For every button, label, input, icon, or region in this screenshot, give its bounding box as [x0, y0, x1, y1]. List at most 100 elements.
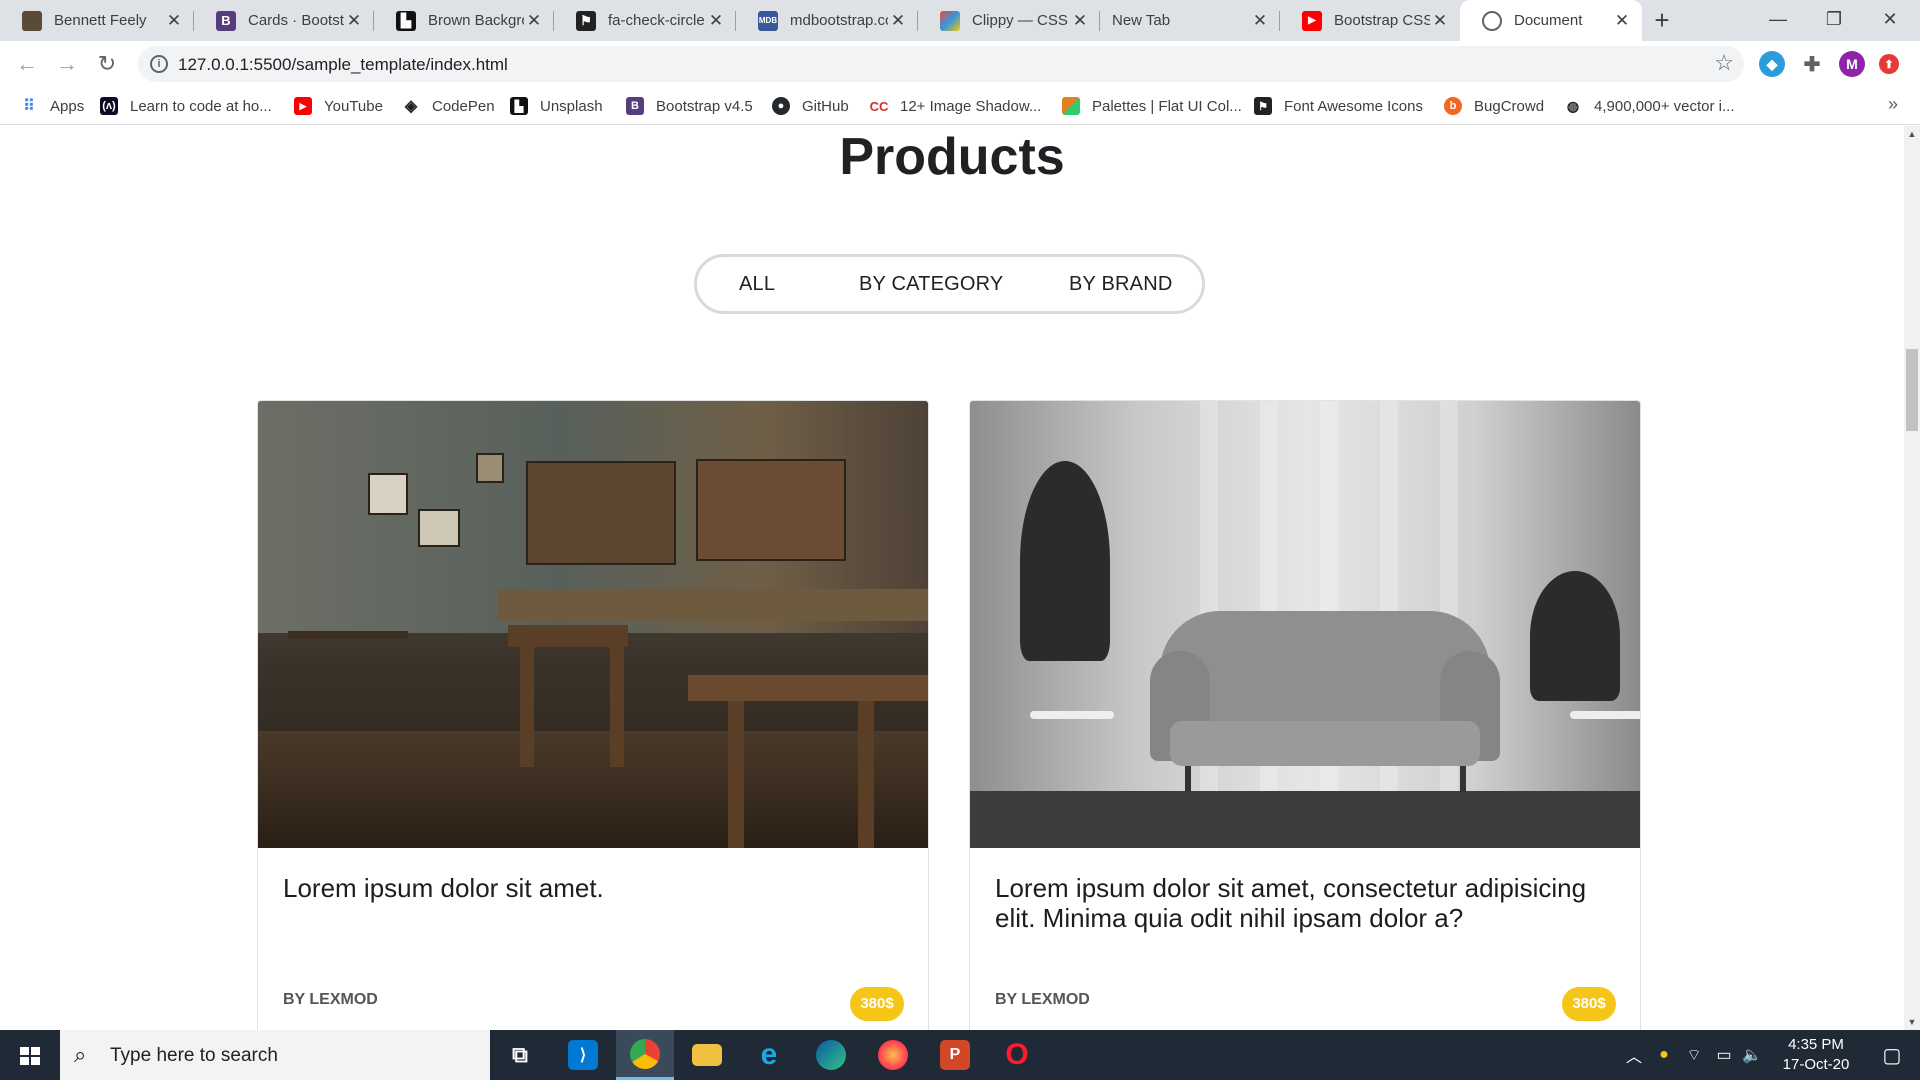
close-icon[interactable]: ✕ — [1612, 11, 1632, 31]
close-window-button[interactable]: ✕ — [1862, 0, 1918, 41]
tab-clippy[interactable]: Clippy — CSS c ✕ — [918, 0, 1100, 41]
filter-all[interactable]: ALL — [739, 273, 775, 296]
tab-title: Bootstrap CSS — [1334, 12, 1430, 29]
taskbar-powerpoint[interactable]: P — [926, 1030, 984, 1080]
close-icon[interactable]: ✕ — [524, 11, 544, 31]
back-arrow-icon[interactable]: ← — [12, 49, 42, 79]
product-title[interactable]: Lorem ipsum dolor sit amet. — [283, 873, 903, 903]
scroll-down-arrow-icon[interactable]: ▼ — [1904, 1014, 1920, 1030]
taskbar-file-explorer[interactable] — [678, 1030, 736, 1080]
taskbar-edge[interactable] — [802, 1030, 860, 1080]
extensions-puzzle-icon[interactable]: ✚ — [1799, 51, 1825, 77]
bookmark-star-icon[interactable]: ☆ — [1714, 50, 1734, 76]
tray-overflow-icon[interactable]: ︿ — [1620, 1030, 1648, 1080]
close-icon[interactable]: ✕ — [706, 11, 726, 31]
scroll-up-arrow-icon[interactable]: ▲ — [1904, 126, 1920, 142]
tab-strip: Bennett Feely ✕ B Cards · Bootstrap ✕ ▙ … — [0, 0, 1920, 41]
clippy-icon — [940, 10, 960, 31]
tab-bootstrap-css[interactable]: ▶ Bootstrap CSS ✕ — [1280, 0, 1460, 41]
bookmark-image-shadow[interactable]: CC 12+ Image Shadow... — [869, 88, 1042, 124]
freecodecamp-icon: (ʌ) — [100, 97, 118, 115]
bookmark-github[interactable]: ● GitHub — [772, 88, 849, 124]
volume-icon[interactable]: 🔈 — [1738, 1030, 1766, 1080]
tab-brown-background[interactable]: ▙ Brown Backgro ✕ — [374, 0, 554, 41]
close-icon[interactable]: ✕ — [888, 11, 908, 31]
wifi-icon[interactable]: ⌔ — [1680, 1030, 1708, 1080]
task-view-button[interactable]: ⧉ — [491, 1030, 549, 1080]
reload-icon[interactable]: ↻ — [92, 49, 122, 79]
tab-new-tab[interactable]: New Tab ✕ — [1100, 0, 1280, 41]
bookmark-bugcrowd[interactable]: b BugCrowd — [1444, 88, 1544, 124]
battery-icon[interactable]: ▭ — [1710, 1030, 1738, 1080]
search-placeholder[interactable]: Type here to search — [110, 1045, 278, 1067]
update-menu-icon[interactable]: ⬆ — [1879, 54, 1899, 74]
close-icon[interactable]: ✕ — [344, 11, 364, 31]
palette-icon — [1062, 97, 1080, 115]
close-icon[interactable]: ✕ — [1250, 11, 1270, 31]
notification-center-icon[interactable]: ▢ — [1864, 1030, 1920, 1080]
extension-shield-icon[interactable]: ◆ — [1759, 51, 1785, 77]
close-icon[interactable]: ✕ — [164, 11, 184, 31]
page-scrollbar[interactable]: ▲ ▼ — [1904, 126, 1920, 1030]
bookmark-unsplash[interactable]: ▙ Unsplash — [510, 88, 603, 124]
codepen-icon: ◈ — [404, 98, 418, 115]
url-text[interactable]: 127.0.0.1:5500/sample_template/index.htm… — [178, 55, 508, 75]
product-card[interactable]: Lorem ipsum dolor sit amet. BY LEXMOD 38… — [257, 400, 929, 1030]
cc-icon: CC — [869, 98, 889, 114]
taskbar-opera[interactable]: O — [988, 1030, 1046, 1080]
bookmark-freecodecamp[interactable]: (ʌ) Learn to code at ho... — [100, 88, 272, 124]
page-viewport: Products ALL BY CATEGORY BY BRAND Lorem … — [0, 126, 1904, 1030]
info-icon[interactable]: i — [150, 55, 168, 73]
scrollbar-thumb[interactable] — [1906, 349, 1918, 431]
tab-mdbootstrap[interactable]: MDB mdbootstrap.co ✕ — [736, 0, 918, 41]
bookmark-apps[interactable]: ⠿ Apps — [20, 88, 84, 124]
page-title: Products — [839, 128, 1065, 186]
product-image-cafe — [258, 401, 928, 848]
start-button[interactable] — [0, 1030, 60, 1080]
close-icon[interactable]: ✕ — [1430, 11, 1450, 31]
taskbar-firefox[interactable] — [864, 1030, 922, 1080]
taskbar-internet-explorer[interactable]: e — [740, 1030, 798, 1080]
tray-app-icon[interactable]: ● — [1650, 1030, 1678, 1080]
tab-title: New Tab — [1112, 12, 1171, 29]
github-icon: ● — [772, 97, 790, 115]
tab-title: Clippy — CSS c — [972, 12, 1070, 29]
filter-by-brand[interactable]: BY BRAND — [1069, 273, 1173, 296]
product-image-sofa — [970, 401, 1640, 848]
close-icon[interactable]: ✕ — [1070, 11, 1090, 31]
tab-title: mdbootstrap.co — [790, 12, 888, 29]
price-badge: 380$ — [1562, 987, 1616, 1021]
bookmark-flat-ui-palettes[interactable]: Palettes | Flat UI Col... — [1062, 88, 1242, 124]
youtube-icon: ▶ — [294, 97, 312, 115]
product-brand: BY LEXMOD — [995, 991, 1090, 1008]
tab-title: Bennett Feely — [54, 12, 147, 29]
browser-toolbar: ← → ↻ i 127.0.0.1:5500/sample_template/i… — [0, 41, 1920, 88]
restore-button[interactable]: ❐ — [1806, 0, 1862, 41]
filter-by-category[interactable]: BY CATEGORY — [859, 273, 1003, 296]
product-title[interactable]: Lorem ipsum dolor sit amet, consectetur … — [995, 873, 1615, 933]
tab-cards-bootstrap[interactable]: B Cards · Bootstrap ✕ — [194, 0, 374, 41]
tab-fa-check-circle[interactable]: ⚑ fa-check-circle ✕ — [554, 0, 736, 41]
bookmarks-overflow-icon[interactable]: » — [1888, 94, 1898, 115]
address-bar[interactable]: i 127.0.0.1:5500/sample_template/index.h… — [138, 46, 1744, 82]
tab-title: Brown Backgro — [428, 12, 524, 29]
bookmark-codepen[interactable]: ◈ CodePen — [402, 88, 495, 124]
profile-avatar[interactable]: M — [1839, 51, 1865, 77]
new-tab-button[interactable]: + — [1648, 7, 1676, 34]
taskbar-chrome[interactable] — [616, 1030, 674, 1080]
bookmark-bootstrap[interactable]: B Bootstrap v4.5 — [626, 88, 753, 124]
taskbar-vscode[interactable]: ⟩ — [554, 1030, 612, 1080]
tab-document[interactable]: Document ✕ — [1460, 0, 1642, 41]
chrome-icon — [630, 1038, 660, 1069]
bookmark-font-awesome[interactable]: ⚑ Font Awesome Icons — [1254, 88, 1423, 124]
mdb-icon: MDB — [758, 10, 778, 31]
bookmark-freepik[interactable]: ◍ 4,900,000+ vector i... — [1564, 88, 1735, 124]
minimize-button[interactable]: — — [1750, 0, 1806, 41]
forward-arrow-icon[interactable]: → — [52, 49, 82, 79]
taskbar-clock[interactable]: 4:35 PM 17-Oct-20 — [1768, 1035, 1864, 1075]
bookmarks-bar: ⠿ Apps (ʌ) Learn to code at ho... ▶ YouT… — [0, 88, 1920, 125]
product-card[interactable]: Lorem ipsum dolor sit amet, consectetur … — [969, 400, 1641, 1030]
taskbar-search-box[interactable]: ⌕ Type here to search — [60, 1030, 490, 1080]
bookmark-youtube[interactable]: ▶ YouTube — [294, 88, 383, 124]
tab-bennett-feely[interactable]: Bennett Feely ✕ — [0, 0, 194, 41]
